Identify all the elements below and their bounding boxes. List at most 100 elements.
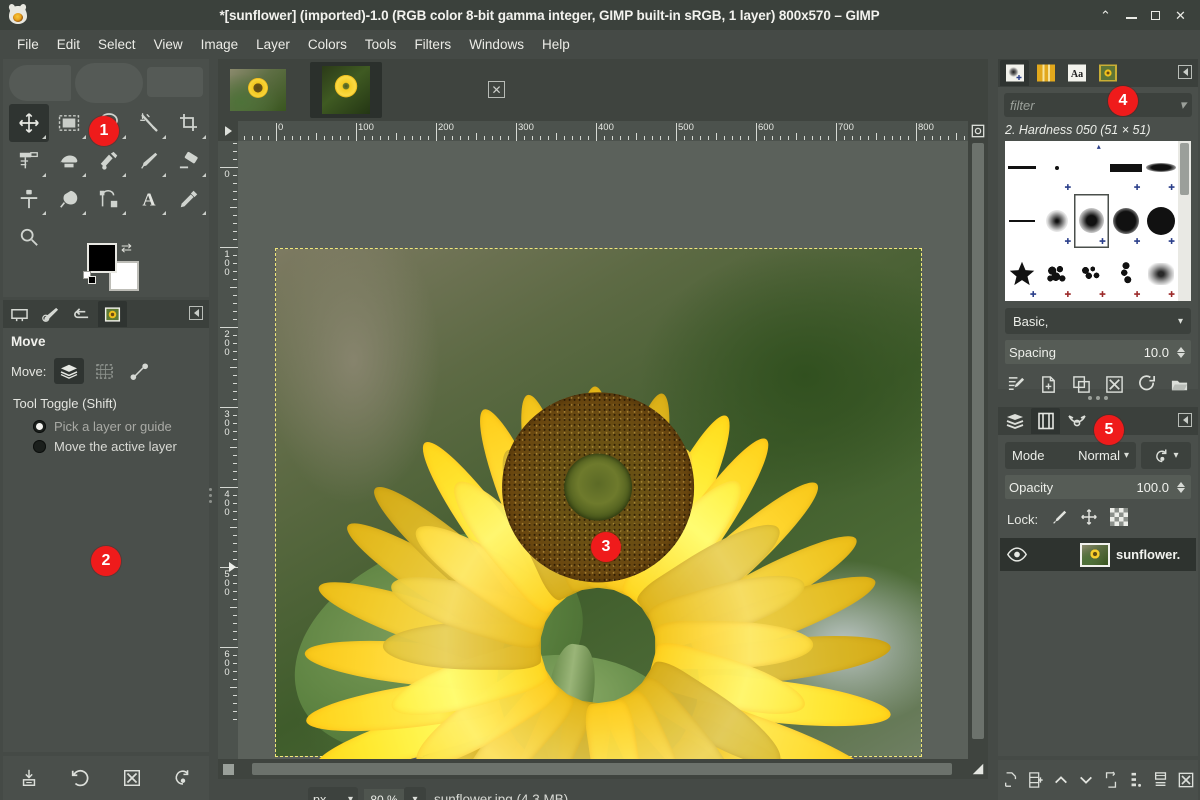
switch-to-default-values-icon[interactable]: ▾ [1141,442,1191,469]
opacity-stepper[interactable] [1174,482,1188,493]
lock-alpha-icon[interactable] [1110,508,1128,531]
duplicate-layer-icon[interactable] [1101,769,1121,791]
brush-grid-scrollbar[interactable] [1178,141,1191,301]
canvas-image[interactable]: 3 [276,249,921,756]
brush-filter-input[interactable]: filter ▾ [1004,93,1192,117]
move-tool-icon[interactable] [9,104,49,142]
layer-list-empty-area[interactable] [1000,571,1196,687]
new-layer-group-icon[interactable] [1026,769,1046,791]
save-tool-preset-icon[interactable] [16,765,42,791]
image-tab-sunflower-1[interactable] [222,62,294,118]
menu-file[interactable]: File [8,33,48,56]
brush-item-soft-grunge[interactable]: ✚ [1143,248,1178,301]
menu-layer[interactable]: Layer [247,33,299,56]
merge-down-icon[interactable] [1151,769,1171,791]
eraser-tool-icon[interactable] [169,142,209,180]
color-picker-tool-icon[interactable] [169,180,209,218]
shade-button[interactable]: ⌃ [1099,9,1112,22]
navigation-preview-icon[interactable] [968,759,988,779]
dock-menu-icon[interactable] [189,306,203,320]
fonts-tab-icon[interactable]: Aa [1062,60,1091,86]
brush-item-chalk[interactable]: ✚ [1074,248,1109,301]
menu-select[interactable]: Select [89,33,145,56]
brush-item-hardness-025[interactable]: ▴ [1074,141,1109,194]
brush-item-hardness-100[interactable]: ✚ [1143,194,1178,247]
menu-windows[interactable]: Windows [460,33,533,56]
images-tab-icon[interactable] [98,301,127,327]
brush-tag-select[interactable]: Basic, ▾ [1005,308,1191,334]
brush-item-ellipse[interactable]: ✚ [1143,141,1178,194]
minimize-button[interactable] [1126,17,1137,19]
channels-tab-icon[interactable] [1031,408,1060,434]
brush-item-hardness-025b[interactable]: ✚ [1040,194,1075,247]
paths-tool-icon[interactable] [89,180,129,218]
unit-select[interactable]: px ▾ [308,787,358,800]
gradient-tool-icon[interactable] [89,142,129,180]
raise-layer-icon[interactable] [1051,769,1071,791]
brush-item-vine[interactable]: ✚ [1109,248,1144,301]
brush-item-hardline[interactable] [1005,194,1040,247]
menu-colors[interactable]: Colors [299,33,356,56]
menu-view[interactable]: View [145,33,192,56]
menu-filters[interactable]: Filters [405,33,460,56]
new-layer-icon[interactable] [1001,769,1021,791]
dock-menu-icon[interactable] [1178,65,1192,79]
menu-tools[interactable]: Tools [356,33,406,56]
menu-help[interactable]: Help [533,33,579,56]
restore-tool-preset-icon[interactable] [67,765,93,791]
move-path-icon[interactable] [124,358,154,384]
rectangle-select-tool-icon[interactable] [49,104,89,142]
opacity-spinner[interactable]: Opacity 100.0 [1005,475,1191,499]
brush-item-bar[interactable]: ✚ [1109,141,1144,194]
patterns-tab-icon[interactable] [1031,60,1060,86]
reset-tool-options-icon[interactable] [170,765,196,791]
dock-separator[interactable] [998,391,1198,405]
swap-colors-icon[interactable]: ⇄ [121,241,132,254]
smudge-tool-icon[interactable] [49,180,89,218]
ruler-origin-icon[interactable] [218,121,238,141]
crop-tool-icon[interactable] [169,104,209,142]
zoom-tool-icon[interactable] [9,218,49,256]
maximize-button[interactable] [1151,11,1160,20]
horizontal-ruler[interactable]: 0100200300400500600700800 [238,121,968,141]
layers-tab-icon[interactable] [1000,408,1029,434]
brush-item-line[interactable] [1005,141,1040,194]
text-tool-icon[interactable]: A [129,180,169,218]
radio-move-active-layer[interactable]: Move the active layer [33,439,201,454]
zoom-input[interactable]: 80 % [364,789,404,800]
undo-history-tab-icon[interactable] [67,301,96,327]
close-button[interactable]: ✕ [1174,9,1187,22]
device-status-tab-icon[interactable]: i [36,301,65,327]
brush-item-tiny-dot[interactable]: ✚ [1040,141,1075,194]
brush-item-acrylic[interactable]: ✚ [1040,248,1075,301]
paintbrush-tool-icon[interactable] [129,142,169,180]
layer-mode-select[interactable]: Mode Normal ▾ [1005,442,1136,469]
lock-pixels-icon[interactable] [1050,508,1068,531]
delete-tool-preset-icon[interactable] [119,765,145,791]
paths-tab-icon[interactable] [1062,408,1091,434]
menu-image[interactable]: Image [192,33,248,56]
image-tab-sunflower-2[interactable] [310,62,382,118]
menu-edit[interactable]: Edit [48,33,89,56]
dock-menu-icon[interactable] [1178,413,1192,427]
brush-item-star[interactable]: ✚ [1005,248,1040,301]
spacing-spinner[interactable]: Spacing 10.0 [1005,340,1191,364]
layer-row[interactable]: sunflower. [1000,538,1196,571]
lock-position-icon[interactable] [1080,508,1098,531]
anchor-layer-icon[interactable] [1126,769,1146,791]
zoom-follow-window-icon[interactable] [968,121,988,141]
close-tab-icon[interactable]: ✕ [488,81,505,98]
brush-item-hardness-075[interactable]: ✚ [1109,194,1144,247]
canvas-vertical-scrollbar[interactable] [968,141,988,759]
document-history-tab-icon[interactable] [1093,60,1122,86]
tool-options-tab-icon[interactable] [5,301,34,327]
zoom-select[interactable]: ▾ [404,787,426,800]
radio-pick-layer-or-guide[interactable]: Pick a layer or guide [33,419,201,434]
spacing-stepper[interactable] [1174,347,1188,358]
lower-layer-icon[interactable] [1076,769,1096,791]
brush-item-hardness-050[interactable]: ✚ [1074,194,1109,247]
foreground-color-swatch[interactable] [87,243,117,273]
layer-visibility-icon[interactable] [1004,547,1030,562]
reset-colors-icon[interactable] [83,271,97,285]
clone-tool-icon[interactable] [9,180,49,218]
